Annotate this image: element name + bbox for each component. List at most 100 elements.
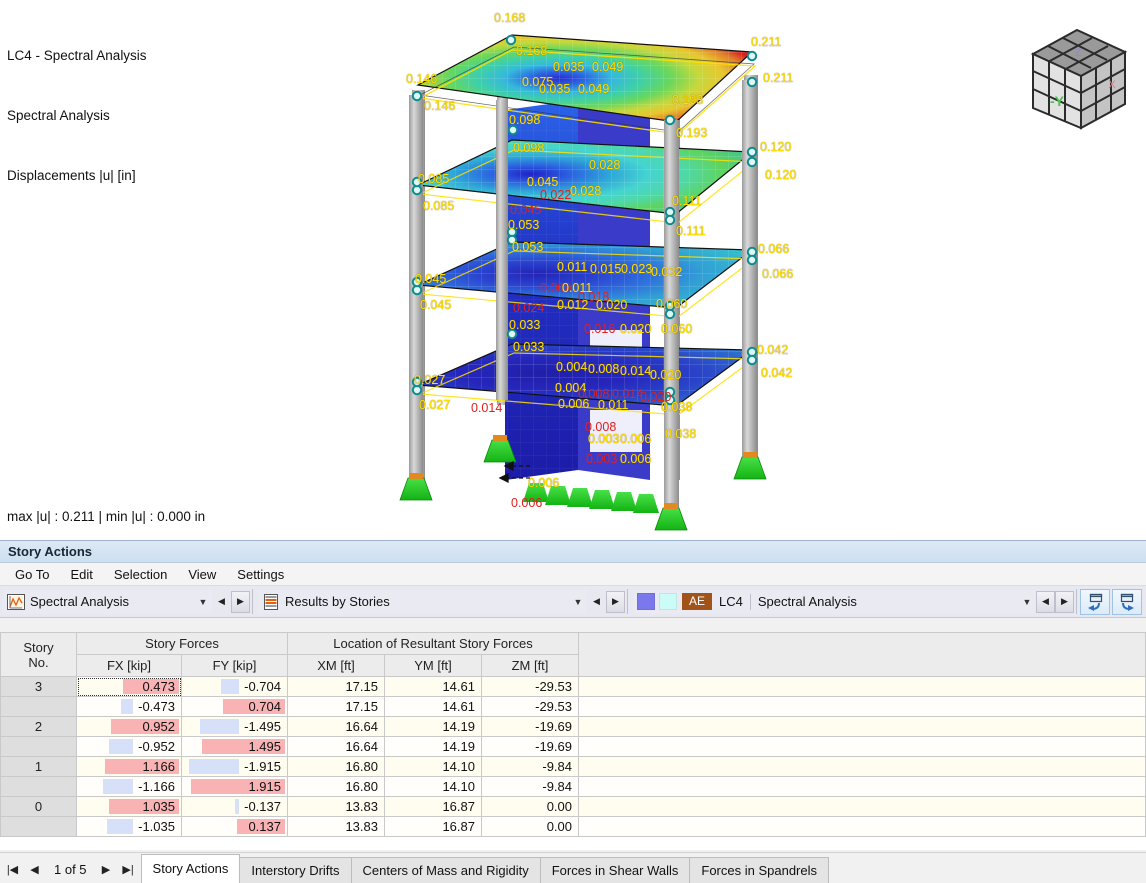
- cell-xm[interactable]: 16.64: [287, 716, 385, 737]
- cell-xm[interactable]: 17.15: [287, 676, 385, 697]
- cell-xm[interactable]: 16.80: [287, 756, 385, 777]
- pager-first-button[interactable]: |◀: [6, 863, 19, 876]
- cell-story-no[interactable]: 0: [0, 796, 77, 817]
- cell-ym[interactable]: 14.61: [384, 696, 482, 717]
- pager-label: 1 of 5: [54, 861, 87, 877]
- cell-fy[interactable]: 1.495: [181, 736, 288, 757]
- col-ym[interactable]: YM [ft]: [384, 654, 482, 677]
- cell-ym[interactable]: 14.61: [384, 676, 482, 697]
- cell-zm[interactable]: 0.00: [481, 796, 579, 817]
- menu-selection[interactable]: Selection: [105, 565, 176, 584]
- results-next-button[interactable]: ▶: [606, 590, 625, 613]
- col-zm[interactable]: ZM [ft]: [481, 654, 579, 677]
- cell-fx[interactable]: -0.473: [76, 696, 182, 717]
- cell-zm[interactable]: -29.53: [481, 696, 579, 717]
- undo-button[interactable]: [1080, 588, 1110, 615]
- table-row[interactable]: 3 0.473 -0.704 17.15 14.61 -29.53: [0, 676, 1146, 697]
- cell-story-no[interactable]: [0, 736, 77, 757]
- cell-fy[interactable]: -1.915: [181, 756, 288, 777]
- cell-fy[interactable]: -0.137: [181, 796, 288, 817]
- cell-zm[interactable]: -29.53: [481, 676, 579, 697]
- cell-ym[interactable]: 16.87: [384, 816, 482, 837]
- structure-3d-model[interactable]: [0, 0, 1146, 540]
- cell-fx[interactable]: -1.035: [76, 816, 182, 837]
- cell-story-no[interactable]: [0, 776, 77, 797]
- cell-fx[interactable]: -1.166: [76, 776, 182, 797]
- cell-zm[interactable]: -19.69: [481, 716, 579, 737]
- tab-centers-of-mass-and-rigidity[interactable]: Centers of Mass and Rigidity: [350, 857, 541, 883]
- col-xm[interactable]: XM [ft]: [287, 654, 385, 677]
- cell-zm[interactable]: -9.84: [481, 776, 579, 797]
- table-row[interactable]: -1.166 1.915 16.80 14.10 -9.84: [0, 776, 1146, 797]
- cell-ym[interactable]: 14.10: [384, 756, 482, 777]
- pager-next-button[interactable]: ▶: [100, 863, 113, 876]
- pager-prev-button[interactable]: ◀: [28, 863, 41, 876]
- table-row[interactable]: 2 0.952 -1.495 16.64 14.19 -19.69: [0, 716, 1146, 737]
- cell-zm[interactable]: -19.69: [481, 736, 579, 757]
- cell-fy[interactable]: 1.915: [181, 776, 288, 797]
- results-prev-button[interactable]: ◀: [587, 591, 606, 613]
- cell-ym[interactable]: 14.19: [384, 716, 482, 737]
- col-story-no[interactable]: Story No.: [0, 632, 77, 677]
- menu-view[interactable]: View: [179, 565, 225, 584]
- chevron-down-icon[interactable]: ▼: [194, 597, 212, 607]
- col-fy[interactable]: FY [kip]: [181, 654, 288, 677]
- col-empty: [578, 632, 1146, 677]
- results-type-combo[interactable]: Results by Stories ▼: [258, 589, 587, 614]
- loadcase-prev-button[interactable]: ◀: [1036, 590, 1055, 613]
- cell-fx[interactable]: 1.166: [76, 756, 182, 777]
- cell-xm[interactable]: 16.80: [287, 776, 385, 797]
- cell-fy[interactable]: 0.137: [181, 816, 288, 837]
- view-navigation-cube[interactable]: Z -Y X: [1015, 22, 1139, 144]
- cell-fy[interactable]: -0.704: [181, 676, 288, 697]
- cell-story-no[interactable]: 1: [0, 756, 77, 777]
- tab-interstory-drifts[interactable]: Interstory Drifts: [239, 857, 352, 883]
- cell-zm[interactable]: 0.00: [481, 816, 579, 837]
- table-row[interactable]: 0 1.035 -0.137 13.83 16.87 0.00: [0, 796, 1146, 817]
- bar-negative: [200, 719, 239, 734]
- menu-settings[interactable]: Settings: [228, 565, 293, 584]
- pager-last-button[interactable]: ▶|: [122, 863, 135, 876]
- redo-button[interactable]: [1112, 588, 1142, 615]
- cell-fy[interactable]: -1.495: [181, 716, 288, 737]
- col-fx[interactable]: FX [kip]: [76, 654, 182, 677]
- menu-go-to[interactable]: Go To: [6, 565, 58, 584]
- cell-xm[interactable]: 17.15: [287, 696, 385, 717]
- cell-fx[interactable]: -0.952: [76, 736, 182, 757]
- loadcase-selector[interactable]: AE LC4 Spectral Analysis ▼: [633, 589, 1036, 614]
- story-actions-table-container[interactable]: Story No. Story Forces Location of Resul…: [0, 632, 1146, 850]
- cell-xm[interactable]: 16.64: [287, 736, 385, 757]
- cell-fx[interactable]: 0.473: [76, 676, 182, 697]
- tab-forces-in-spandrels[interactable]: Forces in Spandrels: [689, 857, 830, 883]
- cell-xm[interactable]: 13.83: [287, 796, 385, 817]
- cell-story-no[interactable]: 2: [0, 716, 77, 737]
- load-case-prev-button[interactable]: ◀: [212, 591, 231, 613]
- cell-fy[interactable]: 0.704: [181, 696, 288, 717]
- cell-fx[interactable]: 1.035: [76, 796, 182, 817]
- chevron-down-icon-2[interactable]: ▼: [569, 597, 587, 607]
- cell-ym[interactable]: 14.10: [384, 776, 482, 797]
- cell-story-no[interactable]: 3: [0, 676, 77, 697]
- table-row[interactable]: -0.952 1.495 16.64 14.19 -19.69: [0, 736, 1146, 757]
- cell-fx[interactable]: 0.952: [76, 716, 182, 737]
- menu-edit[interactable]: Edit: [61, 565, 101, 584]
- cell-empty: [578, 776, 1146, 797]
- cell-ym[interactable]: 14.19: [384, 736, 482, 757]
- table-row[interactable]: 1 1.166 -1.915 16.80 14.10 -9.84: [0, 756, 1146, 777]
- cell-story-no[interactable]: [0, 816, 77, 837]
- bar-negative: [121, 699, 133, 714]
- cell-empty: [578, 816, 1146, 837]
- model-viewport[interactable]: LC4 - Spectral Analysis Spectral Analysi…: [0, 0, 1146, 540]
- tab-forces-in-shear-walls[interactable]: Forces in Shear Walls: [539, 857, 691, 883]
- cell-xm[interactable]: 13.83: [287, 816, 385, 837]
- cell-ym[interactable]: 16.87: [384, 796, 482, 817]
- cell-zm[interactable]: -9.84: [481, 756, 579, 777]
- cell-story-no[interactable]: [0, 696, 77, 717]
- table-row[interactable]: -1.035 0.137 13.83 16.87 0.00: [0, 816, 1146, 837]
- load-case-next-button[interactable]: ▶: [231, 590, 250, 613]
- chevron-down-icon-3[interactable]: ▼: [1018, 597, 1036, 607]
- loadcase-next-button[interactable]: ▶: [1055, 590, 1074, 613]
- load-case-combo[interactable]: Spectral Analysis ▼: [3, 589, 212, 614]
- table-row[interactable]: -0.473 0.704 17.15 14.61 -29.53: [0, 696, 1146, 717]
- tab-story-actions[interactable]: Story Actions: [140, 854, 241, 883]
